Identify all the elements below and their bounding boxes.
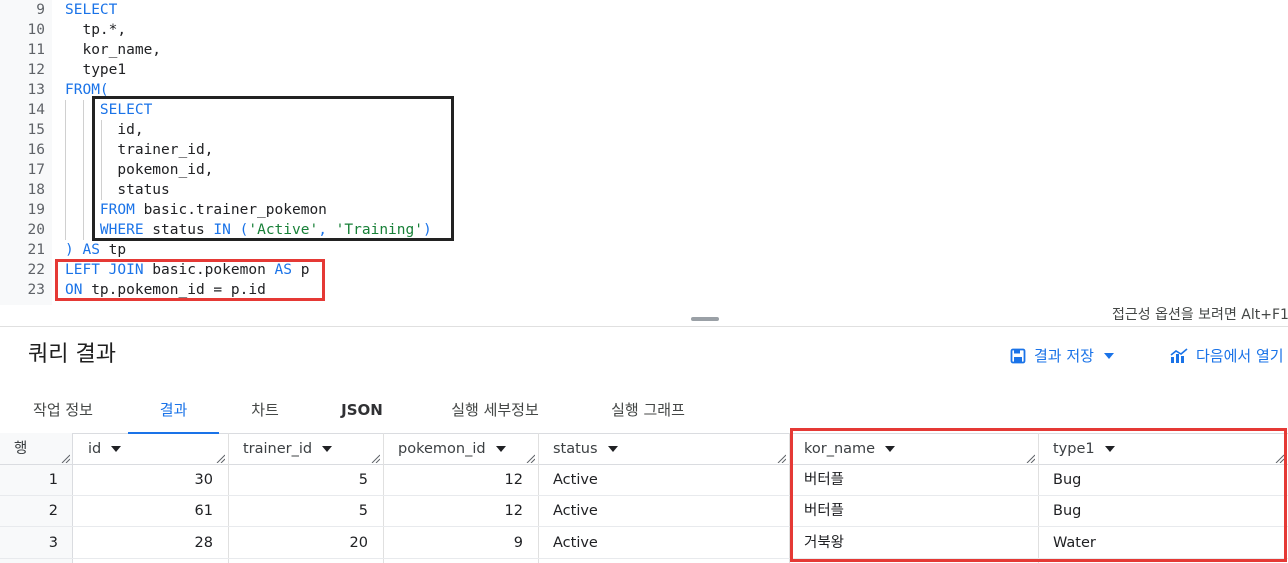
column-header-id[interactable]: id [88,433,122,465]
line-number: 13 [27,82,45,98]
line-number: 11 [27,42,45,58]
open-in-label: 다음에서 열기 [1196,347,1284,365]
sort-caret-icon[interactable] [607,446,618,452]
cell-id[interactable]: 28 [73,528,213,559]
code-token: tp.*, [65,22,127,38]
editor-results-splitter[interactable] [0,305,1288,327]
code-line[interactable]: 21 ) AS tp [0,240,1288,260]
join-highlight-box [55,259,325,301]
row-number: 3 [48,535,58,551]
sort-caret-icon[interactable] [111,446,122,452]
save-icon [1010,348,1026,364]
sort-caret-icon[interactable] [495,446,506,452]
column-resize-icon[interactable] [60,453,70,463]
column-resize-icon[interactable] [776,453,786,463]
line-number: 18 [27,182,45,198]
line-number: 20 [27,222,45,238]
cell-pokemon-id[interactable]: 9 [383,528,523,559]
cell-status[interactable]: Active [553,496,598,527]
column-header-label: trainer_id [243,441,313,457]
code-line[interactable]: 9 SELECT [0,0,1288,20]
row-number: 2 [48,503,58,519]
column-header-label: id [88,441,102,457]
save-results-label: 결과 저장 [1034,347,1094,365]
cell-pokemon-id[interactable]: 12 [383,496,523,527]
line-number: 9 [36,2,45,18]
line-number: 15 [27,122,45,138]
cell-id[interactable]: 30 [73,465,213,496]
tab-json[interactable]: JSON [328,388,396,434]
column-header-pokemon-id[interactable]: pokemon_id [398,433,506,465]
column-header-label: status [553,441,598,457]
cell-trainer-id[interactable]: 5 [228,496,368,527]
subquery-highlight-box [92,96,454,241]
row-number: 1 [48,472,58,488]
column-resize-icon[interactable] [370,453,380,463]
sql-editor[interactable]: 9 SELECT 10 tp.*, 11 kor_name, 12 type1 13 FRO… [0,0,1288,305]
code-line[interactable]: 10 tp.*, [0,20,1288,40]
column-header-label: pokemon_id [398,441,486,457]
chevron-down-icon [1103,353,1114,359]
open-in-button[interactable]: 다음에서 열기 [1170,345,1284,367]
cell-id[interactable]: 61 [73,496,213,527]
chart-icon [1170,348,1188,363]
tab-chart[interactable]: 차트 [235,388,295,434]
cell-pokemon-id[interactable]: 12 [383,465,523,496]
line-number: 16 [27,142,45,158]
code-token: SELECT [65,2,118,18]
code-line[interactable]: 11 kor_name, [0,40,1288,60]
result-columns-highlight-box [790,428,1287,562]
sort-caret-icon[interactable] [322,446,333,452]
line-number: 17 [27,162,45,178]
cell-status[interactable]: Active [553,465,598,496]
cell-trainer-id[interactable]: 20 [228,528,368,559]
results-title: 쿼리 결과 [28,342,116,367]
row-number-header: 행 [14,441,28,457]
code-token: type1 [65,62,127,78]
code-text[interactable]: SELECT [65,0,117,20]
code-line[interactable]: 12 type1 [0,60,1288,80]
line-number: 22 [27,262,45,278]
line-number: 19 [27,202,45,218]
cell-status[interactable]: Active [553,528,598,559]
line-number: 23 [27,282,45,298]
tab-job-info[interactable]: 작업 정보 [18,388,108,434]
column-header-trainer-id[interactable]: trainer_id [243,433,333,465]
tab-execution-graph[interactable]: 실행 그래프 [596,388,700,434]
tab-execution-details[interactable]: 실행 세부정보 [436,388,554,434]
code-text[interactable]: tp.*, [65,20,126,40]
accessibility-hint: 접근성 옵션을 보려면 Alt+F1 [1112,307,1288,323]
code-token: tp [99,242,127,258]
column-header-status[interactable]: status [553,433,618,465]
tab-results[interactable]: 결과 [128,388,219,434]
code-token: ) AS [65,242,100,258]
line-number: 10 [27,22,45,38]
code-text[interactable]: type1 [65,60,126,80]
line-number: 12 [27,62,45,78]
code-token: kor_name, [65,42,162,58]
column-resize-icon[interactable] [215,453,225,463]
code-text[interactable]: ) AS tp [65,240,126,260]
line-number: 14 [27,102,45,118]
column-resize-icon[interactable] [525,453,535,463]
save-results-button[interactable]: 결과 저장 [1010,345,1114,367]
drag-handle-icon[interactable] [691,317,719,321]
cell-trainer-id[interactable]: 5 [228,465,368,496]
code-text[interactable]: kor_name, [65,40,161,60]
line-number: 21 [27,242,45,258]
